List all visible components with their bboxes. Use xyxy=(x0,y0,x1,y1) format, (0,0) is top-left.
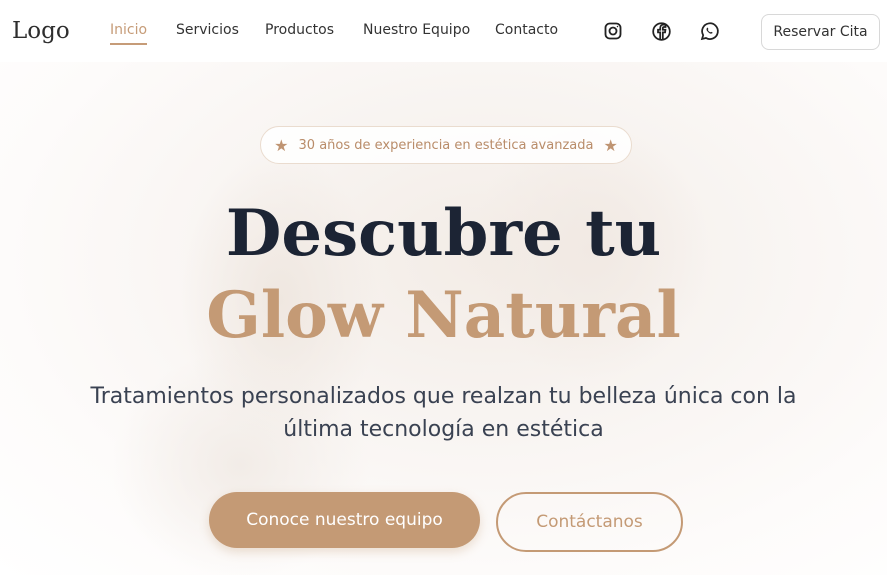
star-icon: ★ xyxy=(603,135,618,155)
hero-title-line1: Descubre tu xyxy=(225,196,662,271)
team-button[interactable]: Conoce nuestro equipo xyxy=(209,492,480,548)
top-navbar: Logo Inicio Servicios Productos Nuestro … xyxy=(0,0,887,62)
nav-link-inicio[interactable]: Inicio xyxy=(110,22,148,45)
hero-title-line2: Glow Natural xyxy=(206,278,681,353)
nav-link-contacto[interactable]: Contacto xyxy=(495,22,558,38)
nav-link-nuestro-equipo[interactable]: Nuestro Equipo xyxy=(363,22,470,38)
badge-text: 30 años de experiencia en estética avanz… xyxy=(298,137,594,153)
nav-link-productos[interactable]: Productos xyxy=(265,22,334,38)
whatsapp-icon[interactable] xyxy=(698,20,720,42)
experience-badge: ★ 30 años de experiencia en estética ava… xyxy=(260,126,632,164)
instagram-icon[interactable] xyxy=(602,20,624,42)
nav-link-servicios[interactable]: Servicios xyxy=(176,22,239,38)
logo[interactable]: Logo xyxy=(12,18,70,44)
contact-button[interactable]: Contáctanos xyxy=(496,492,683,552)
hero-subtitle: Tratamientos personalizados que realzan … xyxy=(90,384,797,442)
reserve-button[interactable]: Reservar Cita xyxy=(761,14,880,50)
star-icon: ★ xyxy=(274,135,289,155)
facebook-icon[interactable] xyxy=(650,20,672,42)
